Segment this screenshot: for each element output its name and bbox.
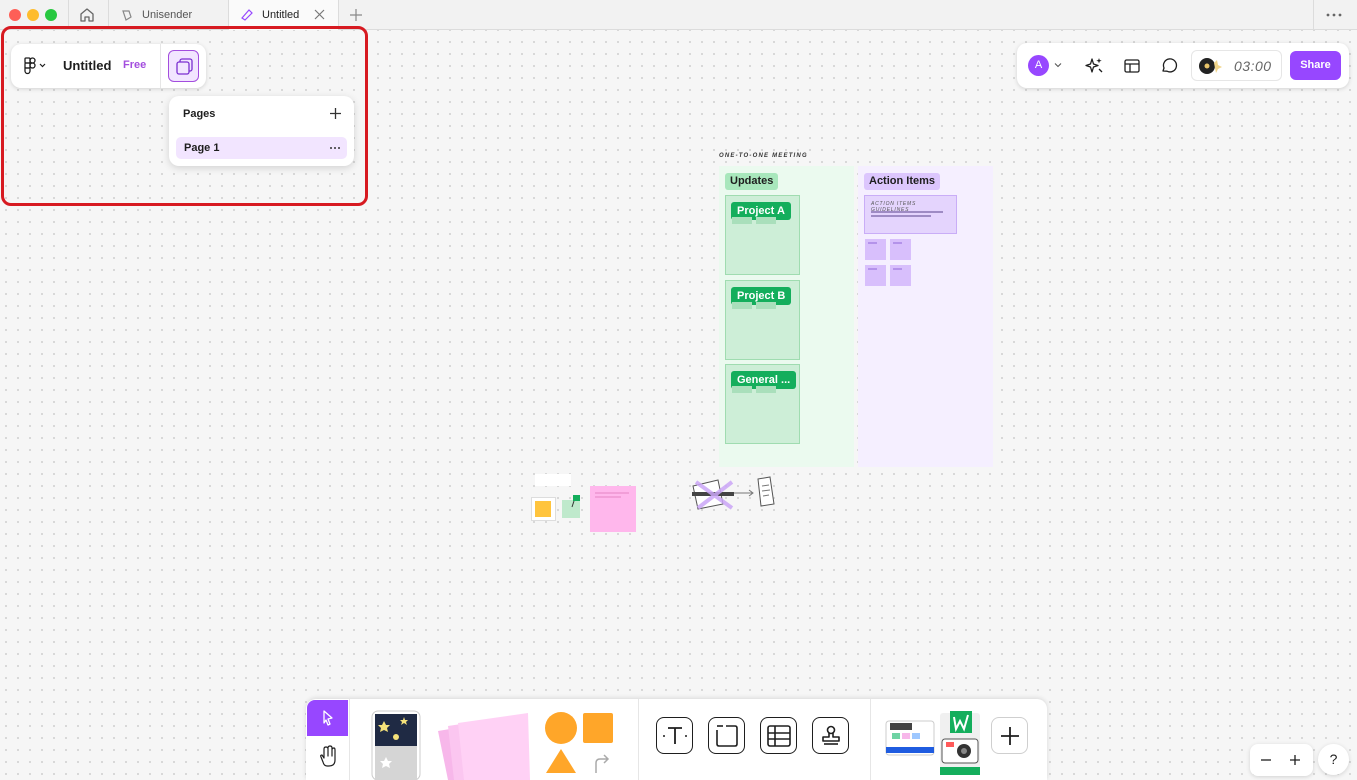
table-icon <box>767 725 791 747</box>
sticky-note[interactable] <box>865 265 886 286</box>
text-line <box>871 215 931 217</box>
toolbar-divider <box>349 699 350 780</box>
top-right-toolbar: A 03:00 Share <box>1017 43 1349 88</box>
text-tool[interactable] <box>656 717 693 754</box>
share-button[interactable]: Share <box>1290 51 1341 80</box>
timer-value: 03:00 <box>1234 58 1272 74</box>
music-disc-icon <box>1199 58 1222 74</box>
window-maximize-button[interactable] <box>45 9 57 21</box>
shapes-tool[interactable] <box>542 711 618 780</box>
layout-icon[interactable] <box>1121 55 1143 77</box>
creation-toolbar <box>306 699 1047 780</box>
tab-label: Untitled <box>262 9 300 21</box>
board-title[interactable]: ONE-TO-ONE MEETING <box>719 153 808 159</box>
topic-card[interactable]: General ... <box>725 364 800 444</box>
zoom-out-icon[interactable] <box>1258 752 1274 768</box>
text-line <box>595 496 621 498</box>
whiteboard-file-icon <box>241 9 253 21</box>
sticker-jar-icon[interactable] <box>366 707 426 780</box>
placeholder-shape <box>756 302 776 309</box>
action-items-section[interactable]: Action Items ACTION ITEMS GUIDELINES <box>858 166 993 467</box>
annotation-highlight <box>1 26 368 206</box>
canvas-frame[interactable] <box>531 497 556 521</box>
topic-card[interactable]: Project B <box>725 280 800 360</box>
more-horizontal-icon[interactable] <box>1325 8 1343 22</box>
whiteboard-file-icon <box>122 10 132 21</box>
topic-card[interactable]: Project A <box>725 195 800 275</box>
zoom-controls <box>1250 744 1313 776</box>
zoom-in-icon[interactable] <box>1287 752 1303 768</box>
pin-icon <box>571 495 580 508</box>
placeholder-shape <box>756 217 776 224</box>
text-line <box>871 211 943 213</box>
guidelines-card[interactable]: ACTION ITEMS GUIDELINES <box>864 195 957 234</box>
sticky-note[interactable] <box>890 239 911 260</box>
placeholder-shape <box>732 302 752 309</box>
plus-icon <box>1001 727 1019 745</box>
placeholder-shape <box>732 386 752 393</box>
section-label[interactable]: Updates <box>725 173 779 190</box>
more-tools-button[interactable] <box>991 717 1028 754</box>
yellow-shape <box>535 501 551 517</box>
pink-sticky-note[interactable] <box>590 486 636 532</box>
updates-section[interactable]: Updates Project A Project B General ... <box>719 166 854 467</box>
plus-icon[interactable] <box>348 7 364 23</box>
hand-tool[interactable] <box>307 738 348 776</box>
sticky-note[interactable] <box>865 239 886 260</box>
avatar[interactable]: A <box>1028 55 1049 76</box>
cursor-icon <box>323 710 333 726</box>
sticky-note[interactable] <box>890 265 911 286</box>
placeholder-shape <box>756 386 776 393</box>
toolbar-divider <box>870 699 871 780</box>
home-icon[interactable] <box>76 5 98 25</box>
tab-divider <box>1313 0 1314 30</box>
section-label[interactable]: Action Items <box>864 173 941 190</box>
canvas-text-box[interactable] <box>535 474 571 486</box>
text-line <box>595 492 629 494</box>
tab-label: Unisender <box>142 9 193 21</box>
window-minimize-button[interactable] <box>27 9 39 21</box>
sticky-notes-tool[interactable] <box>428 711 530 780</box>
table-tool[interactable] <box>760 717 797 754</box>
text-icon <box>663 727 687 744</box>
window-close-button[interactable] <box>9 9 21 21</box>
chevron-down-icon[interactable] <box>1054 61 1062 69</box>
move-tool[interactable] <box>307 700 348 736</box>
section-tool[interactable] <box>708 717 745 754</box>
ai-sparkle-icon[interactable] <box>1083 55 1105 77</box>
section-icon <box>716 725 738 747</box>
comment-icon[interactable] <box>1158 55 1180 77</box>
timer[interactable]: 03:00 <box>1191 50 1282 81</box>
sketch-illustration[interactable] <box>690 474 776 514</box>
stamp-tool[interactable] <box>812 717 849 754</box>
toolbar-divider <box>638 699 639 780</box>
stamp-icon <box>822 725 840 745</box>
placeholder-shape <box>732 217 752 224</box>
hand-icon <box>320 745 336 767</box>
templates-tool[interactable] <box>884 709 984 780</box>
help-button[interactable]: ? <box>1318 744 1349 775</box>
close-icon[interactable] <box>313 8 326 21</box>
